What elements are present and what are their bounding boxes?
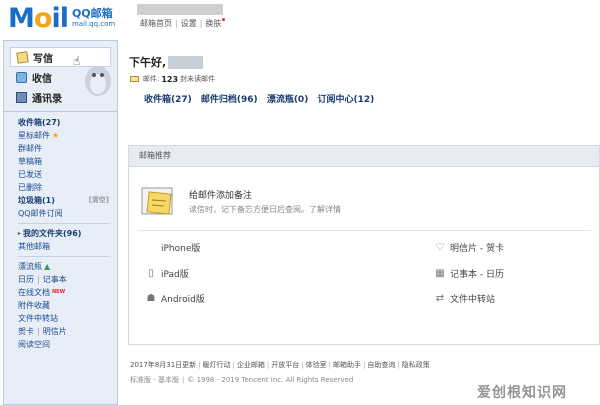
postcard-link[interactable]: ♡ 明信片 - 贺卡 bbox=[435, 241, 504, 254]
file-transfer-link[interactable]: ⇄ 文件中转站 bbox=[435, 292, 495, 305]
footer-update[interactable]: 2017年8月31日更新 bbox=[130, 361, 196, 369]
sidebar-item-other-mailbox[interactable]: 其他邮箱 bbox=[18, 240, 109, 253]
sidebar-item-spam[interactable]: 垃圾箱(1) [清空] bbox=[18, 194, 109, 207]
copyright-text: © 1998 - 2019 Tencent Inc. All Rights Re… bbox=[187, 376, 354, 384]
footer-copyright: 标准版 - 基本版 | © 1998 - 2019 Tencent Inc. All… bbox=[130, 376, 354, 384]
sidebar-item-drafts[interactable]: 草稿箱 bbox=[18, 155, 109, 168]
footer-link[interactable]: 企业邮箱 bbox=[237, 361, 265, 369]
divider bbox=[18, 223, 109, 224]
sidebar-item-subscriptions[interactable]: QQ邮件订阅 bbox=[18, 207, 109, 220]
blurred-username bbox=[168, 55, 204, 69]
greeting: 下午好, bbox=[129, 54, 204, 70]
qq-mail-logo[interactable]: Moil QQ邮箱 mail.qq.com bbox=[8, 4, 115, 34]
settings-link[interactable]: 设置 bbox=[181, 19, 197, 28]
star-icon: ★ bbox=[52, 131, 60, 140]
note-feature-title[interactable]: 给邮件添加备注 bbox=[189, 188, 252, 201]
android-link[interactable]: ☗ Android版 bbox=[146, 292, 205, 305]
divider bbox=[18, 256, 109, 257]
iphone-link[interactable]: iPhone版 bbox=[146, 241, 200, 254]
heart-icon: ♡ bbox=[435, 241, 445, 253]
sidebar-item-sent[interactable]: 已发送 bbox=[18, 168, 109, 181]
unread-count[interactable]: 123 bbox=[161, 75, 178, 84]
calendar-link[interactable]: 日历 bbox=[18, 273, 34, 286]
drift-bottle-link[interactable]: 漂流瓶(0) bbox=[267, 95, 309, 105]
ipad-icon: ▯ bbox=[148, 267, 154, 279]
sidebar-item-attachments[interactable]: 附件收藏 bbox=[18, 299, 109, 312]
unread-summary: 邮件: 123 封未读邮件 bbox=[130, 74, 215, 84]
sidebar-item-cards-postcards[interactable]: 贺卡 | 明信片 bbox=[18, 325, 109, 338]
footer-links: 2017年8月31日更新 | 暖灯行动 | 企业邮箱 | 开放平台 | 体验室 | 邮箱助手 | 自助查… bbox=[130, 361, 430, 369]
folder-quick-links: 收件箱(27) 邮件归档(96) 漂流瓶(0) 订阅中心(12) bbox=[144, 92, 380, 105]
mouse-cursor-icon: ☝ bbox=[73, 54, 81, 68]
envelope-icon bbox=[130, 76, 139, 82]
footer-link[interactable]: 暖灯行动 bbox=[203, 361, 231, 369]
transfer-icon: ⇄ bbox=[435, 292, 445, 304]
sticky-note-icon[interactable] bbox=[140, 186, 176, 218]
watermark: 爱创根知识网 bbox=[477, 385, 567, 401]
contacts-icon bbox=[16, 91, 27, 103]
empty-spam-link[interactable]: [清空] bbox=[89, 194, 109, 207]
footer-link[interactable]: 邮箱助手 bbox=[333, 361, 361, 369]
footer-link[interactable]: 自助查询 bbox=[367, 361, 395, 369]
top-header: Moil QQ邮箱 mail.qq.com 邮箱首页 | 设置 | 换肤 bbox=[0, 0, 600, 40]
sidebar-actions: 写信 收信 通讯录 ☝ bbox=[4, 41, 117, 112]
expand-icon[interactable]: ▸ bbox=[18, 227, 21, 240]
main-content: 下午好, 邮件: 123 封未读邮件 收件箱(27) 邮件归档(96) 漂流瓶(… bbox=[124, 40, 600, 405]
apple-icon bbox=[146, 243, 156, 253]
sidebar-item-drift-bottle[interactable]: 漂流瓶 ▲ bbox=[18, 260, 109, 273]
logo-domain: mail.qq.com bbox=[71, 20, 116, 28]
sidebar-item-inbox[interactable]: 收件箱(27) bbox=[18, 116, 109, 129]
notebook-link[interactable]: ▦ 记事本 - 日历 bbox=[435, 267, 504, 280]
android-icon: ☗ bbox=[146, 292, 156, 304]
footer-link[interactable]: 开放平台 bbox=[271, 361, 299, 369]
inbox-icon bbox=[16, 71, 27, 83]
note-feature-desc: 读信时，记下备忘方便日后查阅。了解详情 bbox=[189, 205, 341, 214]
version-switch[interactable]: 标准版 - 基本版 bbox=[130, 376, 179, 384]
calendar-icon: ▦ bbox=[435, 267, 445, 279]
notification-dot bbox=[222, 18, 226, 21]
recommend-panel: 邮箱推荐 给邮件添加备注 读信时，记下备忘方便日后查阅。了解详情 iPhone版… bbox=[128, 145, 600, 345]
footer-link[interactable]: 隐私政策 bbox=[402, 361, 430, 369]
notes-link[interactable]: 记事本 bbox=[43, 273, 67, 286]
ipad-link[interactable]: ▯ iPad版 bbox=[146, 267, 189, 280]
header-links: 邮箱首页 | 设置 | 换肤 bbox=[140, 18, 226, 29]
recommend-title: 邮箱推荐 bbox=[129, 146, 599, 167]
subscription-center-link[interactable]: 订阅中心(12) bbox=[317, 95, 374, 105]
logo-qq-text: QQ邮箱 bbox=[71, 7, 113, 20]
sidebar-item-deleted[interactable]: 已删除 bbox=[18, 181, 109, 194]
home-link[interactable]: 邮箱首页 bbox=[140, 19, 172, 28]
sidebar-item-file-transfer[interactable]: 文件中转站 bbox=[18, 312, 109, 325]
folder-list: 收件箱(27) 星标邮件 ★ 群邮件 草稿箱 已发送 已删除 垃圾箱(1) [清空]… bbox=[4, 112, 117, 351]
footer-link[interactable]: 体验室 bbox=[306, 361, 327, 369]
sidebar-item-starred[interactable]: 星标邮件 ★ bbox=[18, 129, 109, 142]
blurred-user-name bbox=[137, 4, 223, 15]
archive-link[interactable]: 邮件归档(96) bbox=[201, 95, 258, 105]
new-badge: NEW bbox=[52, 289, 66, 295]
penguin-mascot-icon bbox=[85, 66, 111, 96]
cards-link[interactable]: 贺卡 bbox=[18, 325, 34, 338]
sidebar-item-group-mail[interactable]: 群邮件 bbox=[18, 142, 109, 155]
sidebar-item-calendar-notes[interactable]: 日历 | 记事本 bbox=[18, 273, 109, 286]
sidebar-item-my-folders[interactable]: ▸ 我的文件夹(96) bbox=[18, 227, 109, 240]
sidebar-item-reading-space[interactable]: 阅读空间 bbox=[18, 338, 109, 351]
sidebar-item-online-docs[interactable]: 在线文档 NEW bbox=[18, 286, 109, 299]
postcards-link[interactable]: 明信片 bbox=[43, 325, 67, 338]
inbox-link[interactable]: 收件箱(27) bbox=[144, 95, 192, 105]
divider bbox=[139, 230, 591, 231]
greeting-text: 下午好, bbox=[129, 56, 167, 69]
skin-link[interactable]: 换肤 bbox=[205, 19, 221, 28]
pencil-icon bbox=[16, 50, 29, 64]
bottle-icon: ▲ bbox=[44, 262, 51, 271]
logo-wordmark: Moil bbox=[8, 3, 69, 34]
sidebar: 写信 收信 通讯录 ☝ 收件箱(27) 星标邮件 ★ 群邮件 草稿箱 已发送 已删… bbox=[3, 40, 118, 405]
